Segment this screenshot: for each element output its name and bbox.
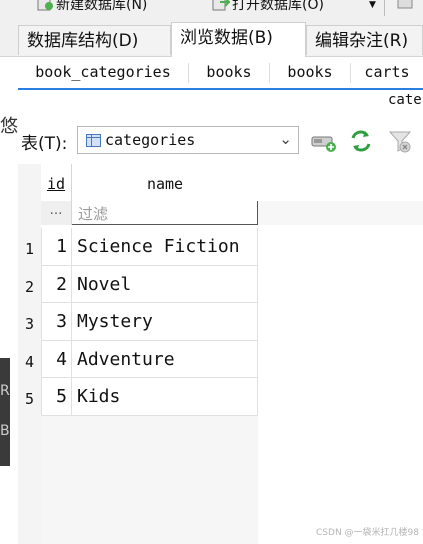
cell-name[interactable]: Kids — [72, 378, 258, 416]
edge-letter-r: R — [0, 383, 10, 399]
filter-placeholder: 过滤 — [78, 205, 109, 223]
open-database-button[interactable]: 打开数据库(O) — [212, 0, 324, 14]
edge-text-fragment: 悠 — [0, 116, 18, 137]
table-row: 3 Mystery — [41, 303, 258, 341]
new-database-button[interactable]: 新建数据库(N) — [36, 0, 147, 14]
grid-empty-area — [41, 416, 258, 544]
table-select-label: 表(T): — [21, 134, 68, 154]
table-row: 1 Science Fiction — [41, 228, 258, 266]
cell-name[interactable]: Science Fiction — [72, 228, 258, 266]
tab-edit-pragmas[interactable]: 编辑杂注(R) — [306, 25, 423, 55]
new-record-icon[interactable] — [311, 128, 337, 154]
clear-filters-icon[interactable] — [387, 128, 413, 154]
subtab-carts[interactable]: carts — [351, 58, 423, 86]
open-database-icon — [212, 0, 230, 11]
table-row: 2 Novel — [41, 265, 258, 303]
main-tab-bar: 数据库结构(D) 浏览数据(B) 编辑杂注(R) — [0, 22, 423, 57]
filter-row: … 过滤 — [41, 201, 258, 225]
edge-letter-b: B — [0, 423, 10, 439]
cell-id[interactable]: 3 — [41, 303, 72, 341]
chevron-down-icon: ⌄ — [279, 130, 292, 148]
data-grid: id name … 过滤 — [41, 164, 258, 225]
new-database-icon — [37, 0, 53, 11]
table-tab-bar: book_categories books books carts — [18, 58, 423, 90]
column-header-name[interactable]: name — [72, 164, 258, 201]
grid-body: 1 Science Fiction 2 Novel 3 Mystery 4 Ad… — [41, 228, 258, 416]
table-row: 5 Kids — [41, 378, 258, 416]
filter-row-filler — [258, 201, 423, 225]
toolbar-divider — [384, 0, 385, 16]
cell-name[interactable]: Mystery — [72, 303, 258, 341]
table-select-dropdown[interactable]: categories ⌄ — [77, 126, 299, 154]
name-filter-input[interactable]: 过滤 — [72, 201, 258, 225]
tab-browse-data[interactable]: 浏览数据(B) — [171, 22, 306, 57]
cell-id[interactable]: 4 — [41, 340, 72, 378]
table-row: 4 Adventure — [41, 340, 258, 378]
cell-id[interactable]: 5 — [41, 378, 72, 416]
grid-header-row: id name — [41, 164, 258, 201]
row-number[interactable]: 5 — [18, 378, 41, 416]
write-changes-icon — [397, 0, 413, 9]
tab-database-structure[interactable]: 数据库结构(D) — [18, 25, 171, 55]
subtab-overflow-label: cate — [388, 92, 422, 108]
cell-id[interactable]: 1 — [41, 228, 72, 266]
table-select-value: categories — [105, 131, 196, 149]
edge-dark-panel: R B — [0, 358, 10, 466]
column-header-id[interactable]: id — [41, 164, 72, 201]
subtab-books-2[interactable]: books — [270, 58, 350, 86]
row-number[interactable]: 2 — [18, 266, 41, 304]
cell-id[interactable]: 2 — [41, 265, 72, 303]
subtab-book-categories[interactable]: book_categories — [18, 58, 188, 86]
row-number[interactable]: 4 — [18, 341, 41, 379]
subtab-books[interactable]: books — [189, 58, 269, 86]
cell-name[interactable]: Adventure — [72, 340, 258, 378]
open-database-dropdown-icon[interactable]: ▼ — [369, 0, 376, 10]
filter-options-button[interactable]: … — [41, 201, 72, 225]
write-changes-button[interactable] — [396, 0, 423, 14]
row-number-column: 1 2 3 4 5 — [18, 228, 41, 416]
watermark: CSDN @一袋米扛几楼98 — [316, 528, 419, 538]
row-number[interactable]: 3 — [18, 303, 41, 341]
main-toolbar: 新建数据库(N) 打开数据库(O) ▼ — [0, 0, 423, 22]
cell-name[interactable]: Novel — [72, 265, 258, 303]
refresh-icon[interactable] — [348, 128, 374, 154]
table-icon — [86, 134, 101, 147]
row-number[interactable]: 1 — [18, 228, 41, 266]
